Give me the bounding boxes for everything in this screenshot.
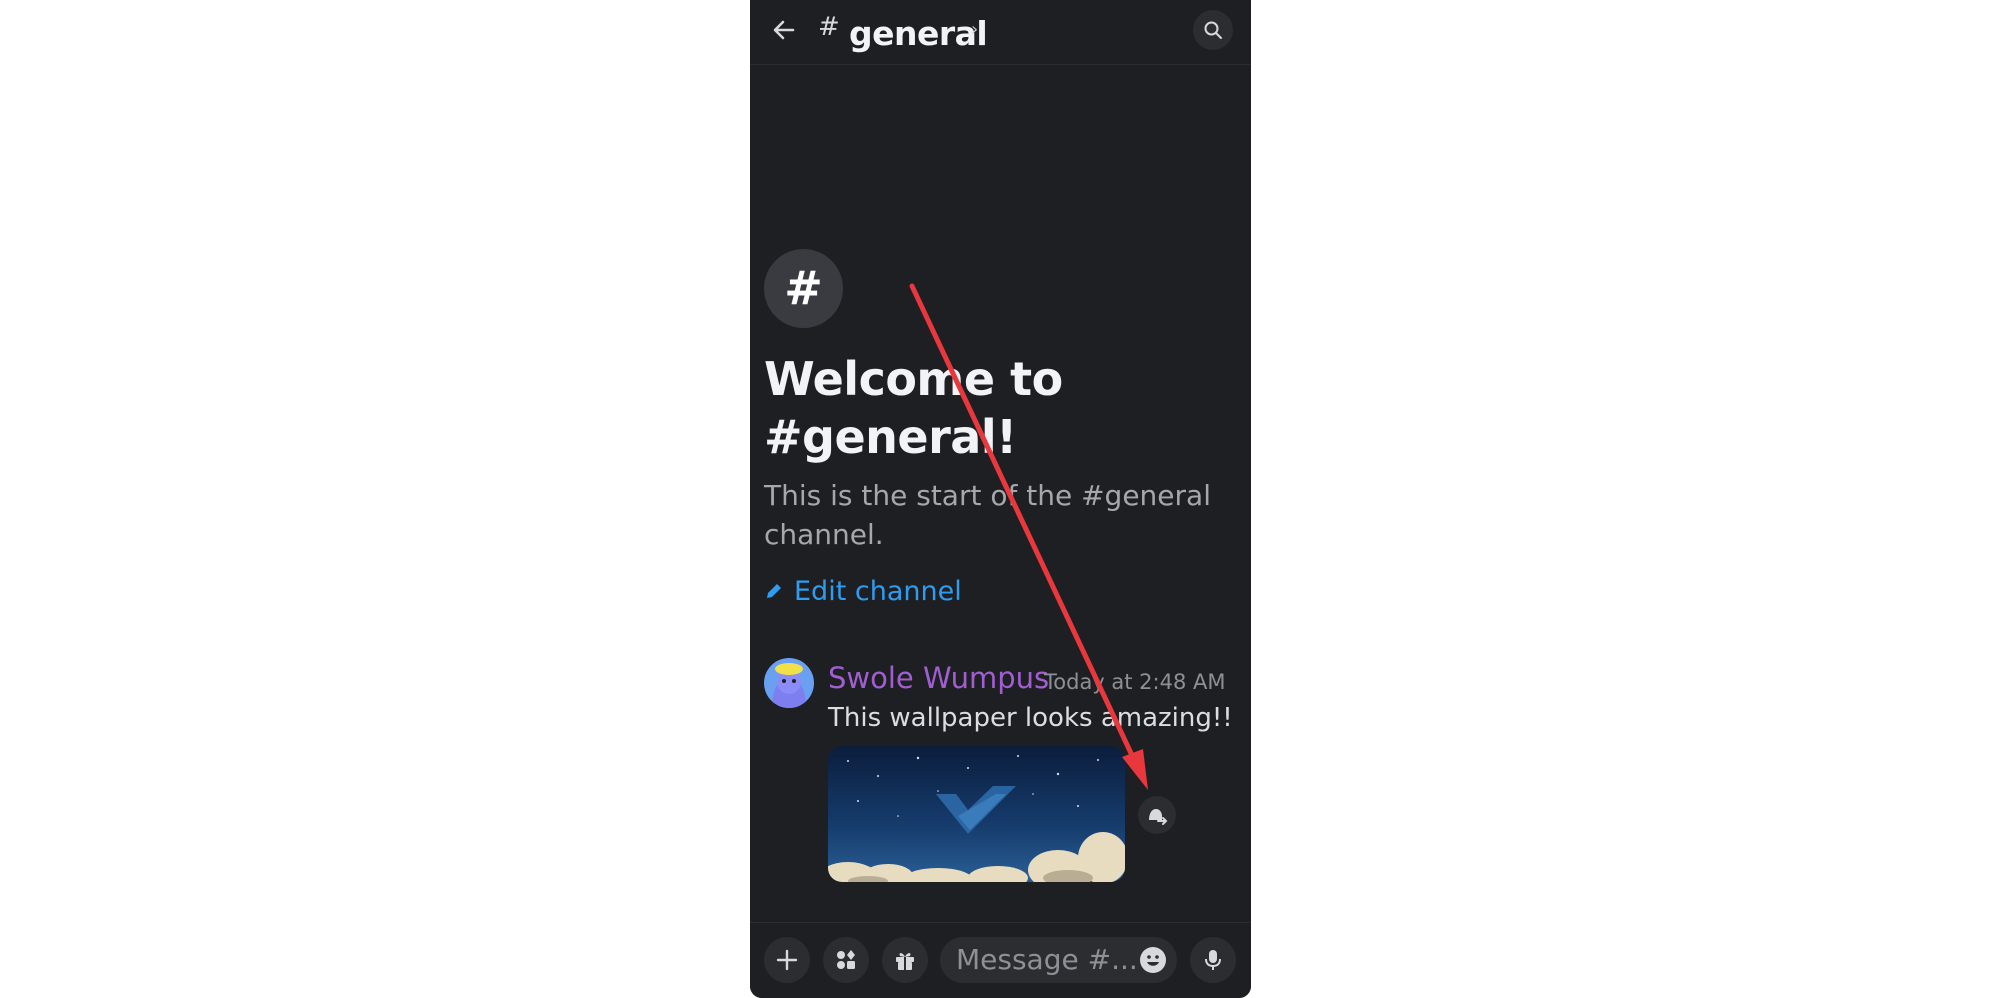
message-username[interactable]: Swole Wumpus bbox=[828, 660, 1049, 696]
message-text: This wallpaper looks amazing!! bbox=[828, 703, 1233, 733]
back-button[interactable] bbox=[769, 15, 799, 45]
channel-hash-icon: # bbox=[818, 12, 840, 42]
message-timestamp: Today at 2:48 AM bbox=[1044, 670, 1226, 694]
arrow-left-icon bbox=[773, 20, 795, 40]
add-attachment-button[interactable] bbox=[764, 937, 810, 983]
edit-channel-label: Edit channel bbox=[794, 576, 962, 607]
message-input[interactable]: Message #... bbox=[940, 937, 1177, 983]
apps-button[interactable] bbox=[823, 937, 869, 983]
channel-icon: # bbox=[764, 249, 843, 328]
channel-header: # general › bbox=[750, 0, 1251, 65]
discord-channel-screen: # general › # Welcome to #general! This … bbox=[750, 0, 1251, 998]
plus-icon bbox=[776, 949, 798, 971]
apps-icon bbox=[837, 950, 855, 969]
forward-button[interactable] bbox=[1138, 796, 1176, 834]
voice-message-button[interactable] bbox=[1190, 937, 1236, 983]
message-composer: Message #... bbox=[750, 922, 1251, 998]
chevron-right-icon[interactable]: › bbox=[971, 19, 978, 40]
message-placeholder: Message #... bbox=[956, 943, 1138, 976]
microphone-icon bbox=[1205, 950, 1221, 970]
channel-name[interactable]: general bbox=[849, 14, 988, 53]
search-button[interactable] bbox=[1193, 10, 1233, 50]
wallpaper-image-attachment[interactable] bbox=[828, 746, 1125, 882]
gift-icon bbox=[896, 953, 914, 970]
channel-start-text: This is the start of the #general channe… bbox=[764, 479, 1211, 551]
gift-button[interactable] bbox=[882, 937, 928, 983]
emoji-icon[interactable] bbox=[1139, 946, 1167, 974]
pencil-icon bbox=[767, 584, 781, 598]
welcome-title: Welcome to #general! bbox=[764, 352, 1063, 464]
search-icon bbox=[1204, 21, 1222, 39]
forward-icon bbox=[1149, 809, 1168, 825]
avatar[interactable] bbox=[764, 658, 814, 708]
